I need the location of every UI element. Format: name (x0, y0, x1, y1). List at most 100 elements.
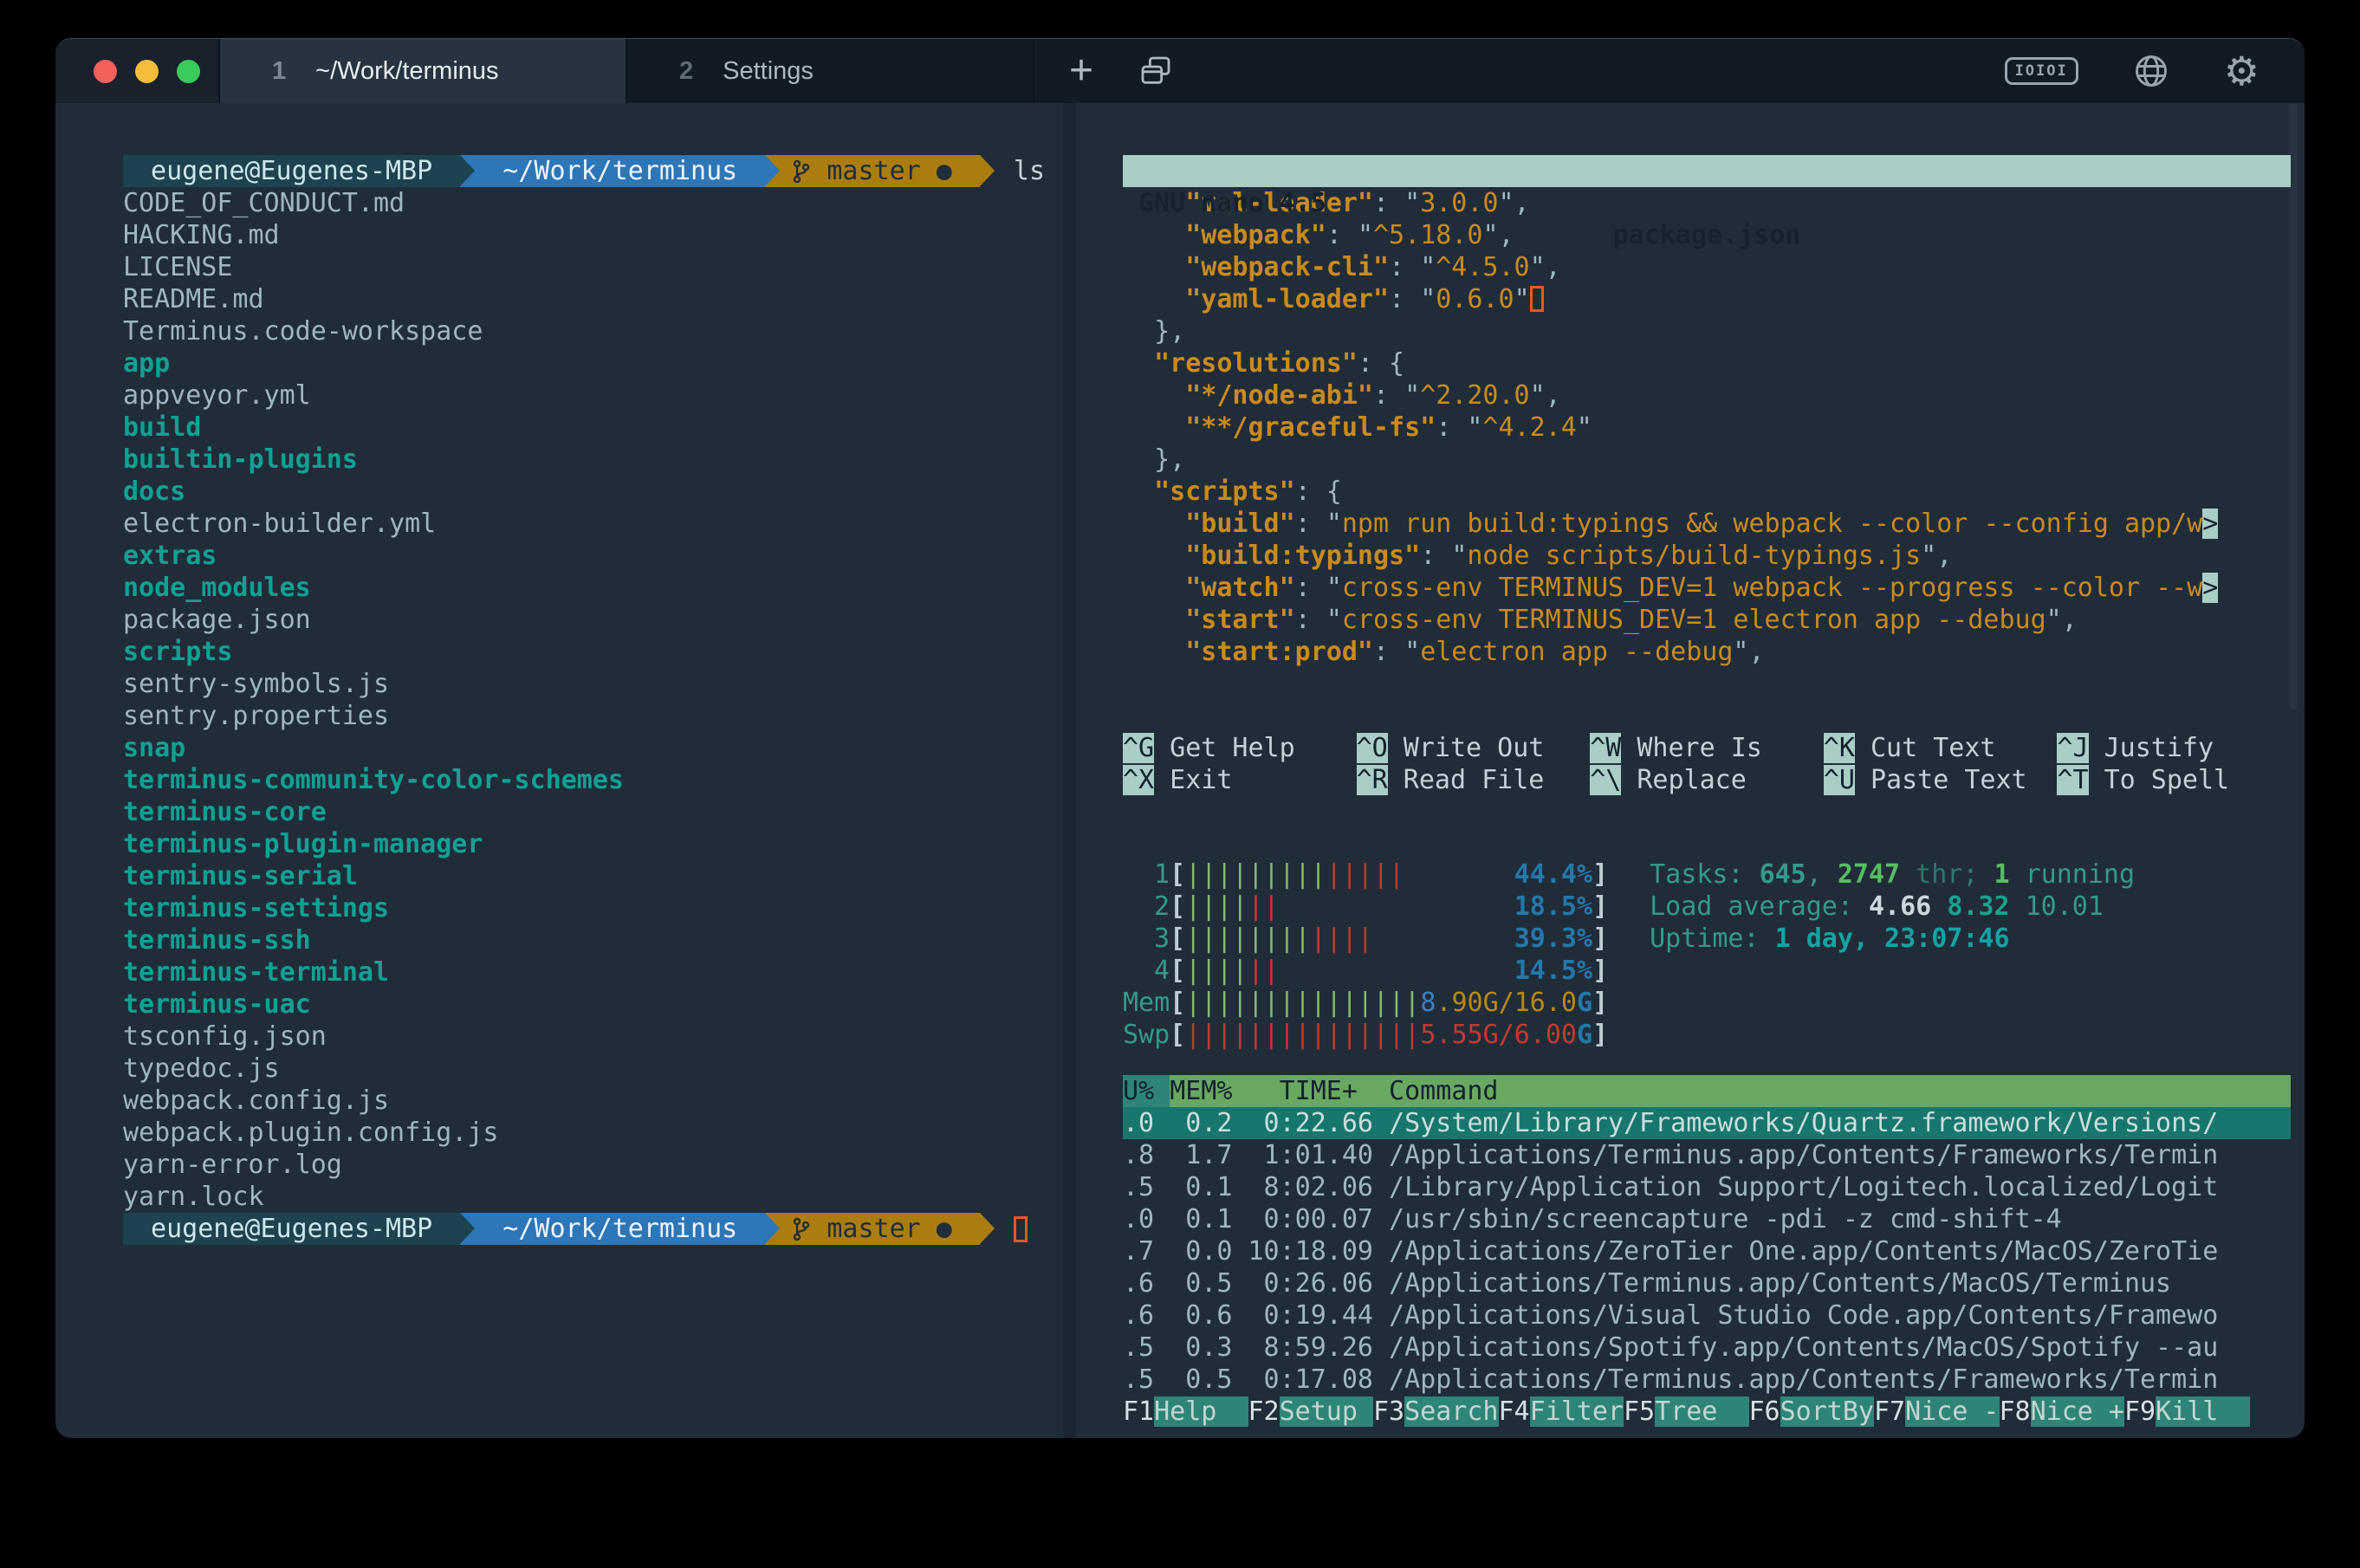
tasks-line-segment: 645 (1760, 859, 1806, 890)
directory-name: terminus-community-color-schemes (123, 765, 624, 795)
minimize-button[interactable] (135, 60, 159, 83)
shortcut-item[interactable]: ^\ Replace (1590, 764, 1824, 796)
meter-value: 39.3% (1514, 923, 1592, 955)
fkey-item[interactable]: F4Filter (1499, 1396, 1624, 1428)
shortcut-item[interactable]: ^U Paste Text (1824, 764, 2058, 796)
shortcut-key: ^T (2057, 765, 2088, 795)
tab-terminal[interactable]: 1 ~/Work/terminus (220, 39, 627, 103)
nano-text-segment: ", (1482, 220, 1514, 250)
file-name: appveyor.yml (123, 380, 311, 411)
nano-text-segment (1123, 348, 1154, 379)
meter-bars-red: || (1248, 891, 1279, 922)
file-name: CODE_OF_CONDUCT.md (123, 188, 405, 218)
nano-text-segment (1123, 605, 1185, 635)
powerline-arrow (460, 155, 475, 187)
terminal-pane-right[interactable]: GNU nano 4.5 package.json "val-loader": … (1076, 103, 2305, 1438)
file-name: sentry.properties (123, 701, 389, 731)
fkey-label: Setup (1280, 1396, 1373, 1427)
fkey-label: Help (1154, 1396, 1248, 1427)
meter-bars-red: ||||| (1326, 859, 1404, 890)
shortcut-item[interactable]: ^X Exit (1123, 764, 1357, 796)
fkey-item[interactable]: F8Nice + (2000, 1396, 2125, 1428)
meter-bars: |||||| (1185, 891, 1279, 923)
file-list: CODE_OF_CONDUCT.mdHACKING.mdLICENSEREADM… (123, 187, 1063, 1213)
shortcut-row: ^G Get Help^O Write Out^W Where Is^K Cut… (1123, 732, 2291, 764)
duplicate-window-icon[interactable] (1138, 54, 1173, 88)
file-entry: scripts (123, 636, 1063, 668)
directory-name: app (123, 348, 170, 379)
file-entry: terminus-settings (123, 892, 1063, 924)
meter-bracket: [ (1170, 1019, 1185, 1051)
column-headers[interactable]: MEM% TIME+ Command (1170, 1075, 2291, 1107)
fkey-item[interactable]: F2Setup (1248, 1396, 1374, 1428)
shortcut-key: ^X (1123, 765, 1154, 795)
maximize-button[interactable] (177, 60, 200, 83)
powerline-arrow-shape (765, 1213, 780, 1244)
shortcut-item[interactable]: ^G Get Help (1123, 732, 1357, 764)
nano-text-segment (1123, 380, 1185, 411)
meter-label: Swp (1123, 1019, 1170, 1051)
shortcut-key: ^W (1590, 733, 1621, 763)
nano-line: "**/graceful-fs": "^4.2.4" (1123, 411, 2291, 444)
nano-text-segment: : (1373, 637, 1404, 667)
process-table-header[interactable]: U% MEM% TIME+ Command (1123, 1075, 2291, 1107)
shortcut-item[interactable]: ^K Cut Text (1824, 732, 2058, 764)
meter-value-segment: G (1577, 988, 1592, 1018)
close-button[interactable] (94, 60, 117, 83)
file-entry: app (123, 347, 1063, 379)
fkey-item[interactable]: F7Nice - (1874, 1396, 2000, 1428)
powerline-arrow-shape (460, 1213, 475, 1244)
scrollbar[interactable] (2289, 103, 2298, 709)
fkey-item[interactable]: F3Search (1373, 1396, 1499, 1428)
fkey-item[interactable]: F9Kill (2124, 1396, 2250, 1428)
shortcut-key: ^R (1357, 765, 1388, 795)
fkey-key: F7 (1874, 1396, 1905, 1427)
nano-text-segment (1123, 541, 1185, 571)
gear-icon[interactable]: ⚙ (2224, 51, 2260, 91)
file-name: electron-builder.yml (123, 509, 436, 539)
pane-divider[interactable] (1063, 103, 1076, 1438)
uptime-line-segment: 1 day, 23:07:46 (1775, 923, 2010, 954)
file-entry: build (123, 411, 1063, 444)
shortcut-item[interactable]: ^T To Spell (2057, 764, 2291, 796)
meter-bracket: [ (1170, 859, 1185, 891)
globe-icon[interactable] (2132, 52, 2170, 90)
fkey-bar: F1Help F2Setup F3SearchF4FilterF5Tree F6… (1123, 1396, 2291, 1428)
shortcut-item[interactable]: ^J Justify (2057, 732, 2291, 764)
file-entry: HACKING.md (123, 219, 1063, 251)
nano-text-segment: "start:prod" (1185, 637, 1373, 667)
nano-shortcuts: ^G Get Help^O Write Out^W Where Is^K Cut… (1123, 732, 2291, 796)
nano-text-segment: ^2.20.0 (1420, 380, 1529, 411)
serial-port-icon[interactable]: IOIOI (2005, 57, 2078, 85)
shortcut-label: Write Out (1388, 733, 1545, 763)
tab-settings[interactable]: 2 Settings (627, 39, 1034, 103)
fkey-item[interactable]: F5Tree (1624, 1396, 1749, 1428)
fkey-item[interactable]: F6SortBy (1749, 1396, 1875, 1428)
file-entry: tsconfig.json (123, 1020, 1063, 1053)
sort-column-header[interactable]: U% (1123, 1075, 1170, 1107)
meter-body: ||||||||||||||44.4% (1185, 859, 1592, 891)
prompt-path-segment: ~/Work/terminus (475, 1213, 765, 1245)
load-average-line-segment: 10.01 (2026, 891, 2104, 922)
powerline-arrow-shape (980, 155, 995, 186)
file-name: webpack.plugin.config.js (123, 1118, 498, 1148)
shortcut-key: ^K (1824, 733, 1855, 763)
shortcut-item[interactable]: ^W Where Is (1590, 732, 1824, 764)
shortcut-item[interactable]: ^O Write Out (1357, 732, 1591, 764)
meter-value: 44.4% (1514, 859, 1592, 891)
nano-filename: package.json (1613, 219, 1801, 251)
nano-text-segment: "yaml-loader" (1185, 284, 1389, 314)
nano-status-line (1123, 700, 2291, 732)
fkey-key: F2 (1248, 1396, 1280, 1427)
prompt-text: master ● (811, 1213, 968, 1245)
git-branch-icon (792, 155, 811, 187)
tab-bar: 1 ~/Work/terminus 2 Settings + IOIOI ⚙ (55, 39, 2305, 103)
terminal-pane-left[interactable]: eugene@Eugenes-MBP ~/Work/terminus maste… (55, 103, 1063, 1438)
shortcut-item[interactable]: ^R Read File (1357, 764, 1591, 796)
stats-column: Tasks: 645, 2747 thr; 1 runningLoad aver… (1650, 859, 2135, 1051)
file-name: HACKING.md (123, 220, 280, 250)
fkey-item[interactable]: F1Help (1123, 1396, 1248, 1428)
process-row: .6 0.5 0:26.06 /Applications/Terminus.ap… (1123, 1267, 2291, 1299)
powerline-arrow (980, 1213, 995, 1245)
new-tab-button[interactable]: + (1069, 39, 1093, 103)
